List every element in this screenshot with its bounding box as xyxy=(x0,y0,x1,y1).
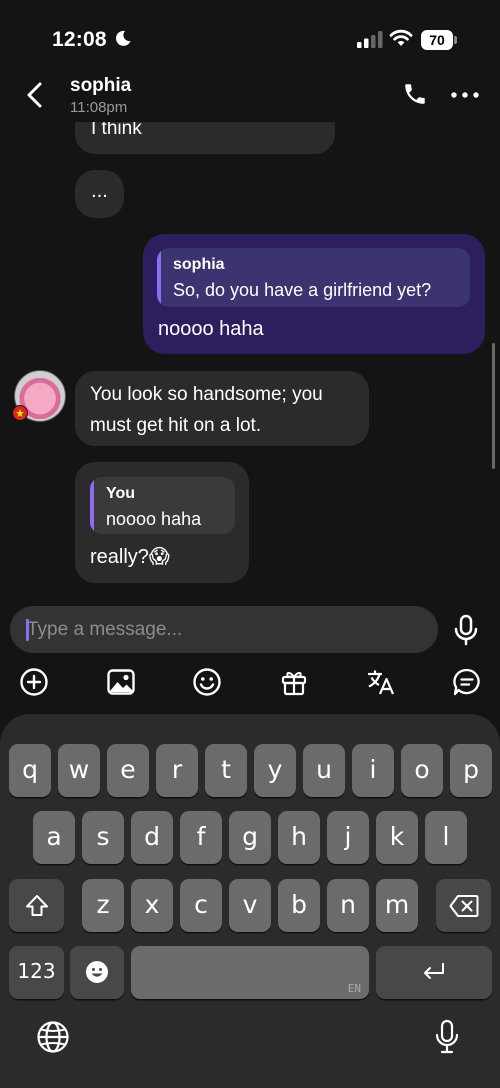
emoji-key-icon xyxy=(86,961,108,983)
contact-name[interactable]: sophia xyxy=(70,75,131,97)
key-c[interactable]: c xyxy=(180,879,222,932)
signal-icon xyxy=(357,31,383,48)
key-t[interactable]: t xyxy=(205,744,247,797)
key-v[interactable]: v xyxy=(229,879,271,932)
more-options-icon[interactable] xyxy=(451,92,479,98)
key-x[interactable]: x xyxy=(131,879,173,932)
status-bar: 12:08 70 xyxy=(0,0,500,72)
key-b[interactable]: b xyxy=(278,879,320,932)
scrollbar[interactable] xyxy=(492,343,495,469)
message-bubble[interactable]: You look so handsome; you must get hit o… xyxy=(75,371,369,446)
message-bubble[interactable]: ... xyxy=(75,170,124,218)
key-k[interactable]: k xyxy=(376,811,418,864)
shift-icon xyxy=(26,895,48,916)
key-f[interactable]: f xyxy=(180,811,222,864)
quote-bar xyxy=(90,477,94,534)
message-input-placeholder: Type a message... xyxy=(27,619,183,640)
key-w[interactable]: w xyxy=(58,744,100,797)
key-l[interactable]: l xyxy=(425,811,467,864)
moon-icon xyxy=(115,30,131,46)
key-o[interactable]: o xyxy=(401,744,443,797)
sent-message-bubble[interactable]: sophia So, do you have a girlfriend yet?… xyxy=(143,234,485,354)
message-text: You look so handsome; you must get hit o… xyxy=(90,384,323,436)
key-n[interactable]: n xyxy=(327,879,369,932)
return-icon xyxy=(424,963,444,979)
key-m[interactable]: m xyxy=(376,879,418,932)
key-s[interactable]: s xyxy=(82,811,124,864)
emoji-key[interactable] xyxy=(70,946,124,999)
quote-text: So, do you have a girlfriend yet? xyxy=(173,280,432,300)
message-input[interactable]: Type a message... xyxy=(10,606,438,653)
microphone-icon[interactable] xyxy=(452,614,480,646)
reply-quote[interactable]: sophia So, do you have a girlfriend yet? xyxy=(157,248,470,307)
image-icon[interactable] xyxy=(106,667,136,697)
phone-icon[interactable] xyxy=(402,81,428,107)
key-y[interactable]: y xyxy=(254,744,296,797)
key-h[interactable]: h xyxy=(278,811,320,864)
text-cursor xyxy=(26,619,29,641)
message-bubble[interactable]: You noooo haha really?😱 xyxy=(75,462,249,583)
message-text: really?😱 xyxy=(90,546,170,568)
add-icon[interactable] xyxy=(19,667,49,697)
flag-icon xyxy=(12,405,28,421)
numbers-key[interactable]: 123 xyxy=(9,946,64,999)
key-i[interactable]: i xyxy=(352,744,394,797)
message-text: noooo haha xyxy=(158,318,264,340)
message-text: ... xyxy=(91,180,108,202)
quote-bar xyxy=(157,248,161,307)
back-arrow-icon[interactable] xyxy=(22,80,48,110)
battery-level: 70 xyxy=(421,30,453,50)
key-u[interactable]: u xyxy=(303,744,345,797)
space-key[interactable]: EN xyxy=(131,946,369,999)
keyboard: q w e r t y u i o p a s d f g h j k l z … xyxy=(0,714,500,1088)
key-e[interactable]: e xyxy=(107,744,149,797)
reply-quote[interactable]: You noooo haha xyxy=(90,477,235,534)
backspace-key[interactable] xyxy=(436,879,491,932)
chat-header: sophia 11:08pm xyxy=(0,70,500,122)
key-q[interactable]: q xyxy=(9,744,51,797)
quote-sender: You xyxy=(106,485,136,502)
last-seen: 11:08pm xyxy=(70,99,128,116)
emoji-icon[interactable] xyxy=(192,667,222,697)
key-p[interactable]: p xyxy=(450,744,492,797)
key-a[interactable]: a xyxy=(33,811,75,864)
key-j[interactable]: j xyxy=(327,811,369,864)
key-z[interactable]: z xyxy=(82,879,124,932)
keyboard-language: EN xyxy=(347,982,361,995)
dictation-icon[interactable] xyxy=(434,1019,460,1055)
globe-icon[interactable] xyxy=(36,1020,70,1054)
translate-icon[interactable] xyxy=(366,667,396,697)
shift-key[interactable] xyxy=(9,879,64,932)
quote-sender: sophia xyxy=(173,256,225,273)
battery-icon: 70 xyxy=(421,30,457,50)
key-d[interactable]: d xyxy=(131,811,173,864)
return-key[interactable] xyxy=(376,946,492,999)
clock: 12:08 xyxy=(52,28,107,51)
gift-icon[interactable] xyxy=(279,667,309,697)
chat-bubble-icon[interactable] xyxy=(452,667,482,697)
wifi-icon xyxy=(389,29,413,46)
key-g[interactable]: g xyxy=(229,811,271,864)
quote-text: noooo haha xyxy=(106,509,202,529)
key-r[interactable]: r xyxy=(156,744,198,797)
backspace-icon xyxy=(449,895,479,917)
